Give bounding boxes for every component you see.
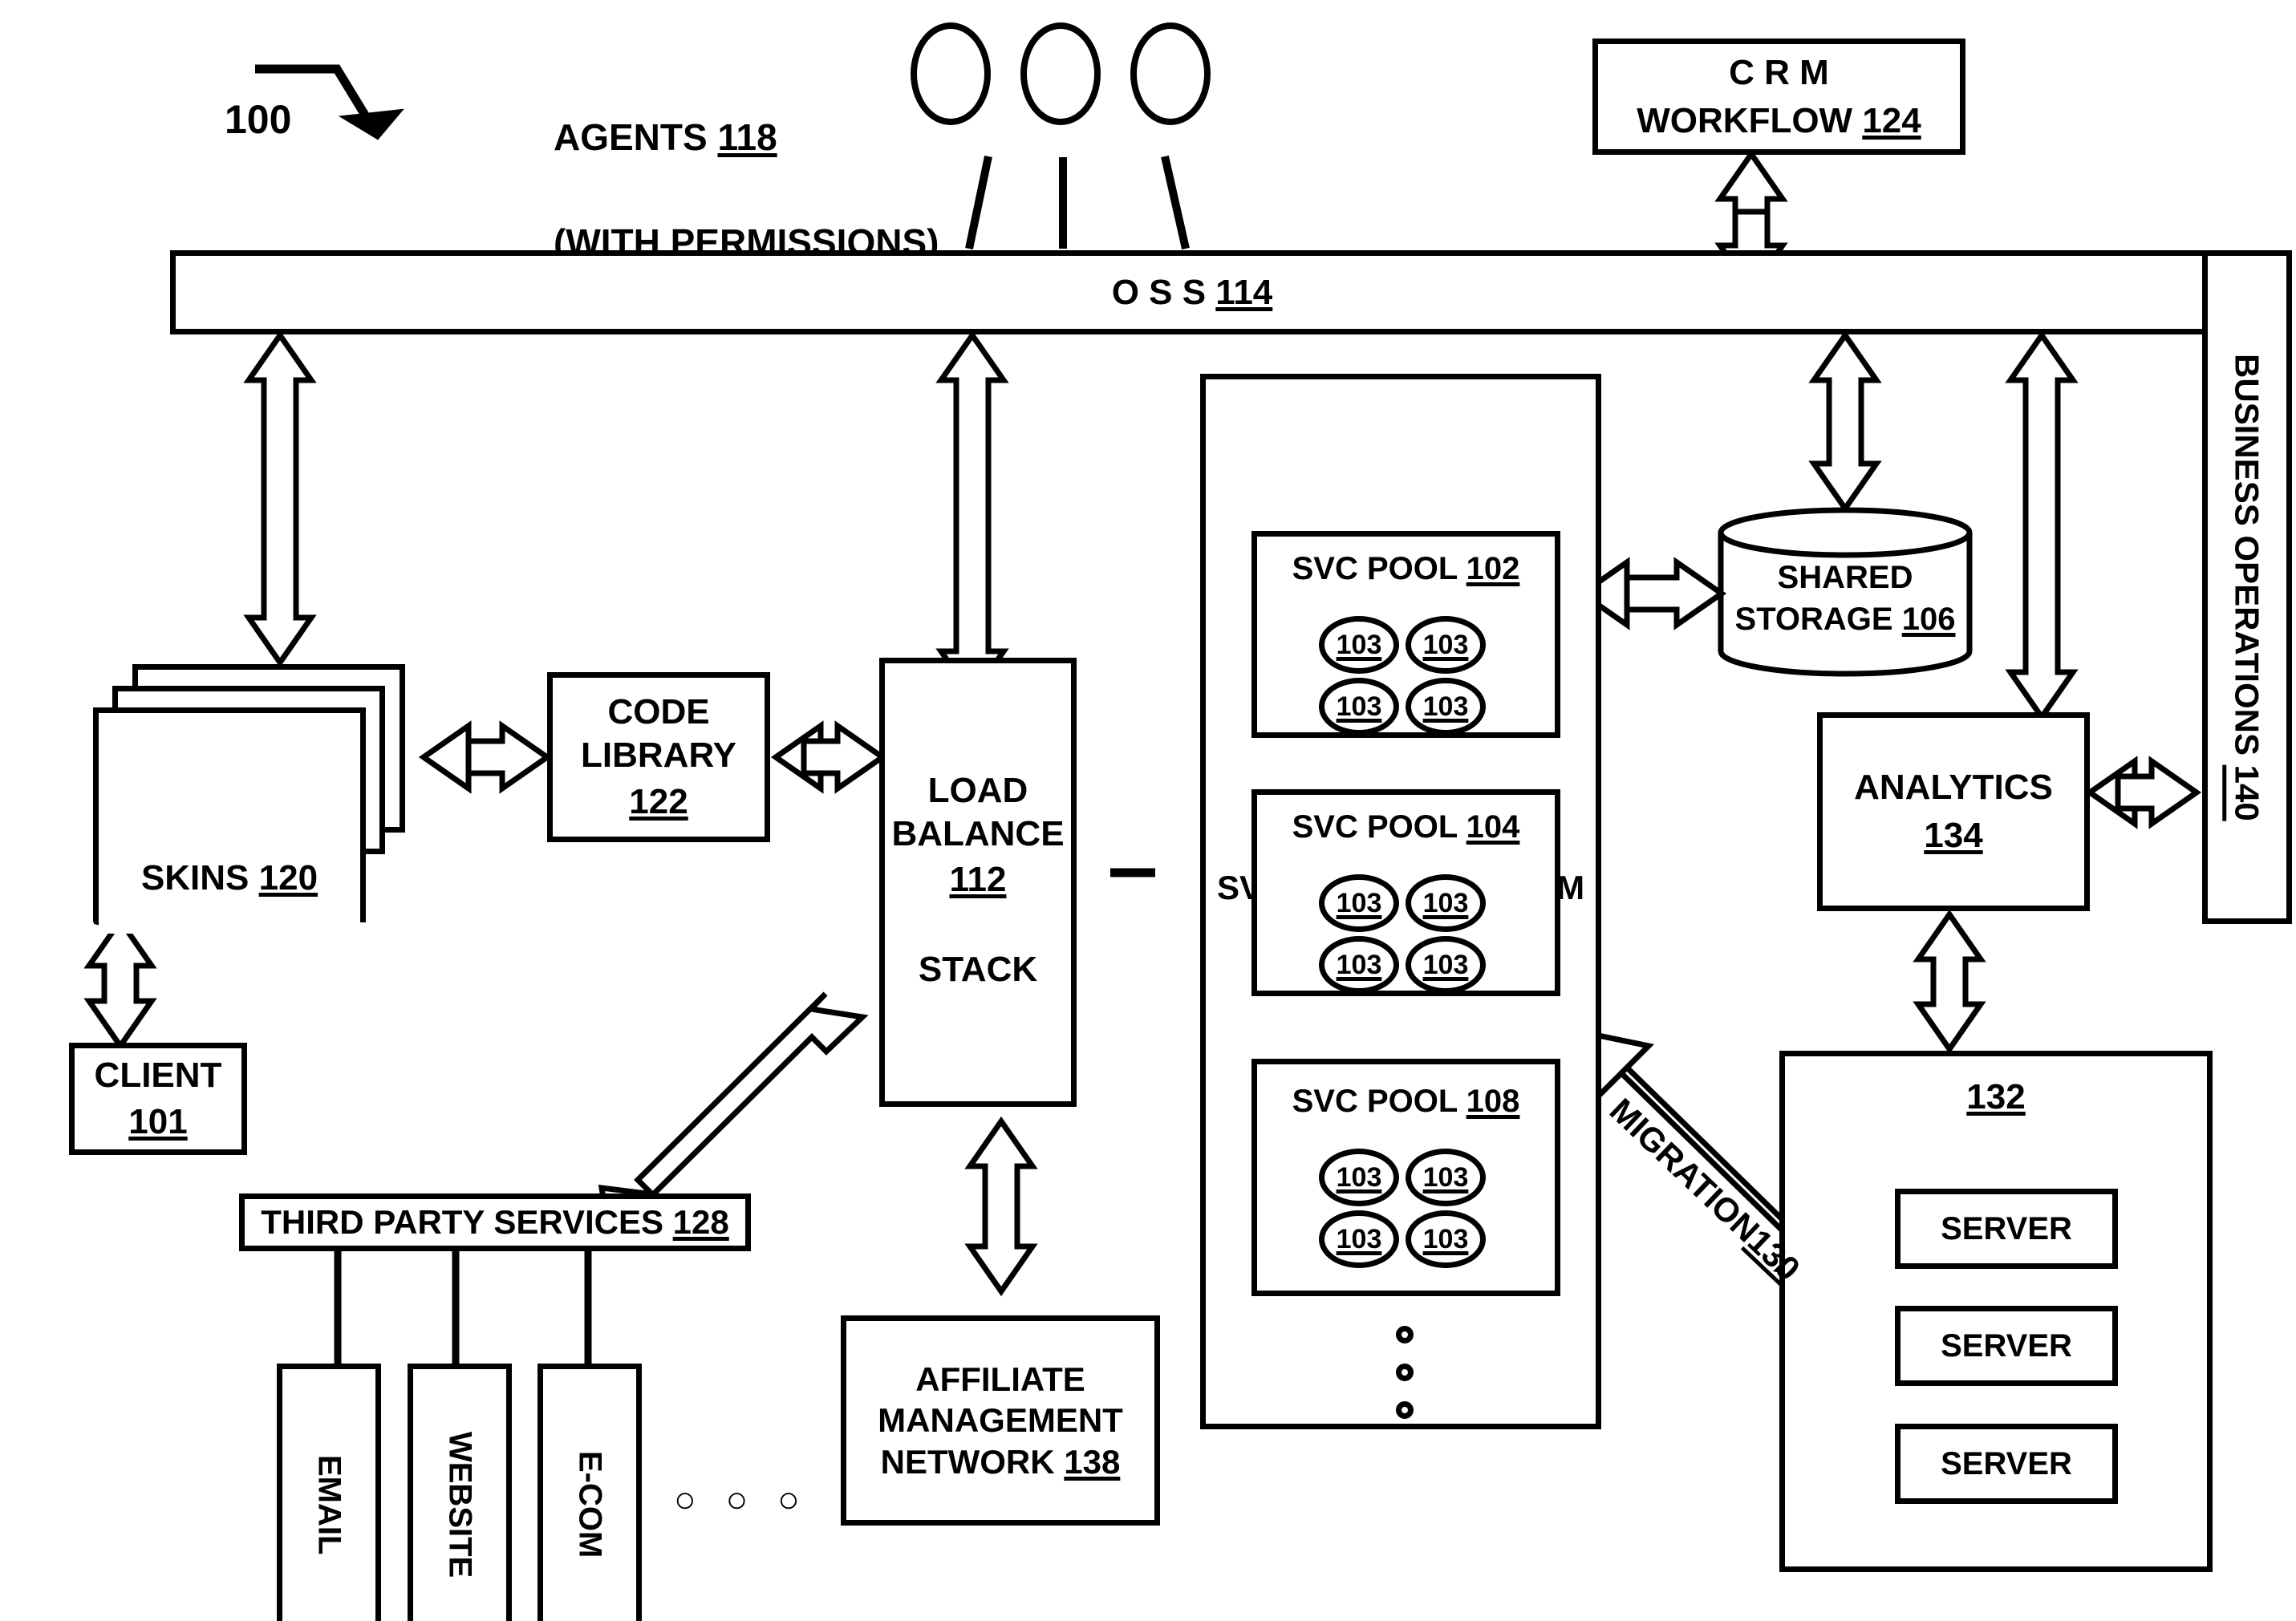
- agent-circle-2: [1020, 22, 1101, 125]
- crm-workflow-line2: WORKFLOW 124: [1637, 100, 1921, 140]
- crm-workflow-line1: C R M: [1729, 52, 1829, 92]
- arrow-skins-codelibrary: [418, 720, 553, 794]
- svc-node-104-2: 103: [1406, 874, 1486, 932]
- svc-node-102-4: 103: [1406, 678, 1486, 736]
- server-box-3[interactable]: SERVER: [1895, 1424, 2118, 1504]
- third-party-ellipsis: ○ ○ ○: [674, 1478, 809, 1520]
- svc-pool-108-label: SVC POOL 108: [1292, 1084, 1520, 1119]
- arrow-oss-loadbalance: [935, 330, 1009, 702]
- load-balance-line1: LOAD: [927, 771, 1028, 810]
- arrow-analytics-businessops: [2084, 756, 2202, 829]
- svc-pool-104-label: SVC POOL 104: [1292, 809, 1520, 845]
- svc-node-102-2: 103: [1406, 616, 1486, 674]
- load-balance-stack-label: STACK: [918, 950, 1038, 990]
- third-party-website-label: WEBSITE: [442, 1431, 478, 1578]
- analytics-ref: 134: [1924, 816, 1983, 855]
- arrow-oss-skins: [243, 330, 317, 668]
- arrow-oss-analytics: [2005, 330, 2079, 723]
- affiliate-management-network-box[interactable]: AFFILIATE MANAGEMENT NETWORK 138: [841, 1315, 1160, 1526]
- code-library-line1: CODE: [607, 692, 710, 732]
- server-box-1[interactable]: SERVER: [1895, 1189, 2118, 1269]
- affiliate-line2: MANAGEMENT: [878, 1401, 1123, 1440]
- load-balance-box[interactable]: LOAD BALANCE 112 STACK: [879, 658, 1077, 1107]
- svc-node-108-3: 103: [1319, 1210, 1399, 1268]
- agent-stem-3: [1161, 155, 1190, 250]
- shared-storage-line2: STORAGE 106: [1734, 602, 1956, 637]
- client-label: CLIENT: [94, 1056, 222, 1096]
- code-library-ref: 122: [629, 781, 688, 821]
- analytics-box[interactable]: ANALYTICS 134: [1817, 712, 2090, 911]
- svc-pool-ellipsis-dot-3: [1396, 1401, 1414, 1419]
- svc-node-108-2: 103: [1406, 1149, 1486, 1206]
- skins-box[interactable]: SKINS 120: [93, 707, 366, 922]
- third-party-ecom-label: E-COM: [572, 1451, 608, 1558]
- third-party-email-box[interactable]: EMAIL: [277, 1364, 381, 1621]
- analytics-label: ANALYTICS: [1854, 768, 2053, 808]
- skins-bottom-mask: [99, 918, 360, 934]
- svc-node-108-4: 103: [1406, 1210, 1486, 1268]
- shared-storage-line1: SHARED: [1777, 560, 1913, 595]
- svc-pool-102-label: SVC POOL 102: [1292, 551, 1520, 586]
- skins-label: SKINS 120: [140, 858, 318, 898]
- arrow-svcpool102-sharedstorage: [1576, 557, 1727, 630]
- oss-bar[interactable]: O S S 114: [170, 250, 2214, 334]
- affiliate-line3: NETWORK 138: [880, 1442, 1121, 1481]
- svc-node-102-1: 103: [1319, 616, 1399, 674]
- agent-circle-3: [1130, 22, 1211, 125]
- third-party-email-label: EMAIL: [311, 1454, 347, 1555]
- third-party-ecom-box[interactable]: E-COM: [537, 1364, 642, 1621]
- svc-node-102-3: 103: [1319, 678, 1399, 736]
- client-ref: 101: [128, 1102, 188, 1141]
- load-balance-line2: BALANCE: [891, 813, 1065, 853]
- shared-storage-cylinder[interactable]: SHARED STORAGE 106: [1717, 507, 1974, 677]
- client-box[interactable]: CLIENT 101: [69, 1043, 247, 1155]
- crm-workflow-box[interactable]: C R M WORKFLOW 124: [1592, 38, 1965, 155]
- arrow-codelibrary-loadbalance: [770, 720, 888, 794]
- svc-node-104-3: 103: [1319, 936, 1399, 994]
- third-party-services-box[interactable]: THIRD PARTY SERVICES 128: [239, 1193, 751, 1251]
- arrow-skins-client: [83, 915, 157, 1052]
- svc-pool-ellipsis-dot-2: [1396, 1364, 1414, 1381]
- third-party-website-box[interactable]: WEBSITE: [408, 1364, 512, 1621]
- server-group-ref: 132: [1966, 1077, 2026, 1116]
- svc-pool-ellipsis-dot-1: [1396, 1326, 1414, 1343]
- agent-circle-1: [911, 22, 991, 125]
- business-operations-box[interactable]: BUSINESS OPERATIONS 140: [2202, 250, 2292, 924]
- business-operations-label: BUSINESS OPERATIONS 140: [2228, 353, 2266, 821]
- figure-number: 100: [225, 97, 292, 142]
- code-library-line2: LIBRARY: [581, 736, 736, 776]
- svc-node-108-1: 103: [1319, 1149, 1399, 1206]
- arrow-analytics-servergroup: [1913, 909, 1986, 1055]
- patent-figure-canvas: 100 AGENTS 118 (WITH PERMISSIONS) C R M …: [0, 0, 2296, 1621]
- agent-stem-1: [965, 155, 992, 250]
- affiliate-line1: AFFILIATE: [915, 1360, 1085, 1399]
- arrow-oss-shared-storage: [1808, 330, 1882, 514]
- agents-label-line1: AGENTS 118: [554, 115, 777, 158]
- code-library-box[interactable]: CODE LIBRARY 122: [547, 672, 770, 842]
- arrow-loadbalance-affiliate: [964, 1116, 1038, 1297]
- oss-bar-label: O S S 114: [1111, 272, 1273, 312]
- server-box-2[interactable]: SERVER: [1895, 1306, 2118, 1386]
- load-balance-ref: 112: [949, 860, 1007, 900]
- svc-node-104-4: 103: [1406, 936, 1486, 994]
- third-party-services-label: THIRD PARTY SERVICES 128: [261, 1203, 729, 1242]
- svc-node-104-1: 103: [1319, 874, 1399, 932]
